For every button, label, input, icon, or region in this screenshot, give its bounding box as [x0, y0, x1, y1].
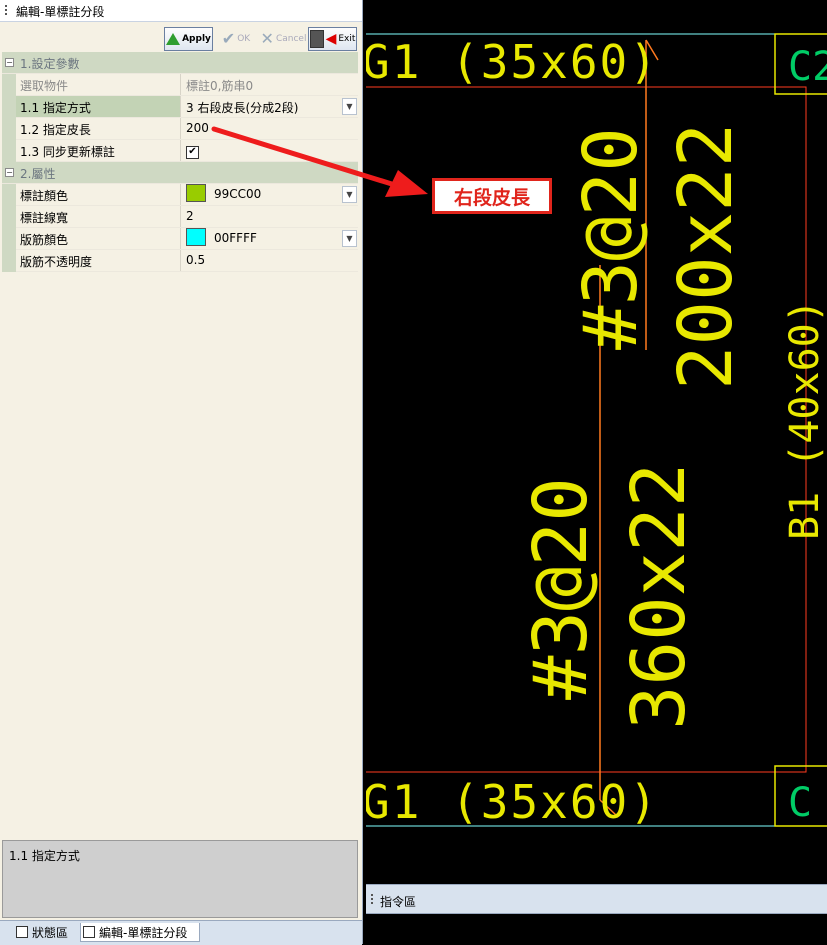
chevron-down-icon[interactable]: ▼ — [342, 98, 357, 115]
panel-toolbar: Apply ✔ OK ✕ Cancel ◀ Exit — [0, 24, 362, 54]
property-row[interactable]: 標註線寬 2 — [2, 206, 358, 228]
grip-icon[interactable] — [5, 5, 7, 17]
command-bar-label: 指令區 — [380, 895, 417, 909]
panel-title-bar: 編輯-單標註分段 — [0, 0, 362, 22]
cancel-label: Cancel — [275, 34, 307, 44]
collapse-icon[interactable]: − — [5, 168, 14, 177]
tab-status[interactable]: 狀態區 — [16, 923, 68, 941]
length-input[interactable]: 200 — [182, 118, 358, 139]
property-panel: 編輯-單標註分段 Apply ✔ OK ✕ Cancel ◀ Exit − 1.… — [0, 0, 363, 945]
grip-icon[interactable] — [371, 894, 373, 906]
exit-arrow-icon: ◀ — [325, 31, 337, 47]
cad-canvas[interactable]: G1 (35x60) G1 (35x60) C2 C B1 (40x60) #3… — [366, 0, 827, 880]
tab-label: 編輯-單標註分段 — [99, 925, 188, 940]
command-bar: 指令區 — [366, 884, 827, 914]
property-value[interactable]: 3 右段皮長(分成2段) ▼ — [182, 96, 358, 117]
cad-drawing[interactable]: G1 (35x60) G1 (35x60) C2 C B1 (40x60) #3… — [366, 0, 827, 880]
column-label-top: C2 — [788, 44, 827, 90]
beam-label-top: G1 (35x60) — [366, 35, 659, 89]
color-value: 99CC00 — [214, 187, 262, 201]
collapse-icon[interactable]: − — [5, 58, 14, 67]
property-grid: − 1.設定參數 選取物件 標註0,筋串0 1.1 指定方式 3 右段皮長(分成… — [2, 52, 358, 272]
column-label-bottom: C — [788, 780, 812, 826]
rebar-annotation-left: #3@20 — [518, 477, 604, 700]
exit-button[interactable]: ◀ Exit — [308, 27, 357, 51]
property-value[interactable]: 99CC00 ▼ — [182, 184, 358, 205]
line-width-input[interactable]: 2 — [182, 206, 358, 227]
description-text: 1.1 指定方式 — [9, 849, 80, 863]
property-name: 1.2 指定皮長 — [16, 118, 181, 139]
bottom-tab-bar: 狀態區 編輯-單標註分段 — [0, 920, 362, 945]
tab-edit[interactable]: 編輯-單標註分段 — [80, 923, 201, 942]
tab-label: 狀態區 — [32, 925, 69, 940]
property-name: 版筋不透明度 — [16, 250, 181, 271]
apply-label: Apply — [182, 34, 211, 44]
property-name: 1.1 指定方式 — [16, 96, 181, 117]
color-swatch — [186, 184, 206, 202]
method-select-value: 3 右段皮長(分成2段) — [186, 101, 299, 115]
sync-checkbox[interactable]: ✔ — [186, 146, 199, 159]
property-name: 版筋顏色 — [16, 228, 181, 249]
rebar-annotation-right-dim: 200x22 — [663, 123, 749, 390]
check-icon: ✔ — [221, 29, 236, 48]
ok-label: OK — [237, 34, 251, 44]
category-label: 1.設定參數 — [20, 57, 80, 71]
panel-title: 編輯-單標註分段 — [16, 5, 105, 19]
chevron-down-icon[interactable]: ▼ — [342, 230, 357, 247]
callout-text: 右段皮長 — [453, 186, 530, 209]
exit-label: Exit — [338, 34, 356, 44]
property-row[interactable]: 版筋不透明度 0.5 — [2, 250, 358, 272]
edit-icon — [83, 926, 95, 938]
cancel-button[interactable]: ✕ Cancel — [260, 27, 307, 51]
apply-button[interactable]: Apply — [164, 27, 213, 51]
color-value: 00FFFF — [214, 231, 257, 245]
opacity-input[interactable]: 0.5 — [182, 250, 358, 271]
side-beam-label: B1 (40x60) — [782, 299, 827, 540]
category-settings[interactable]: − 1.設定參數 — [2, 52, 358, 74]
status-icon — [16, 926, 28, 938]
beam-label-bottom: G1 (35x60) — [366, 775, 659, 829]
chevron-down-icon[interactable]: ▼ — [342, 186, 357, 203]
property-name: 標註線寬 — [16, 206, 181, 227]
rebar-annotation-left-dim: 360x22 — [616, 463, 702, 730]
description-box: 1.1 指定方式 — [2, 840, 358, 918]
color-swatch — [186, 228, 206, 246]
property-row[interactable]: 標註顏色 99CC00 ▼ — [2, 184, 358, 206]
property-name: 1.3 同步更新標註 — [16, 140, 181, 161]
category-label: 2.屬性 — [20, 167, 56, 181]
property-name: 選取物件 — [16, 74, 181, 95]
rebar-annotation-right: #3@20 — [568, 127, 654, 350]
property-value: 標註0,筋串0 — [186, 79, 254, 93]
command-area[interactable] — [366, 914, 827, 944]
property-value: ✔ — [182, 140, 358, 161]
category-attributes[interactable]: − 2.屬性 — [2, 162, 358, 184]
property-row[interactable]: 版筋顏色 00FFFF ▼ — [2, 228, 358, 250]
property-value[interactable]: 00FFFF ▼ — [182, 228, 358, 249]
property-name: 標註顏色 — [16, 184, 181, 205]
apply-icon — [166, 33, 181, 45]
property-row[interactable]: 1.2 指定皮長 200 — [2, 118, 358, 140]
callout-label: 右段皮長 — [432, 178, 552, 214]
cancel-icon: ✕ — [260, 29, 274, 48]
property-row-selected[interactable]: 1.1 指定方式 3 右段皮長(分成2段) ▼ — [2, 96, 358, 118]
ok-button[interactable]: ✔ OK — [214, 27, 258, 51]
property-row[interactable]: 1.3 同步更新標註 ✔ — [2, 140, 358, 162]
exit-door-icon — [309, 30, 324, 48]
property-row[interactable]: 選取物件 標註0,筋串0 — [2, 74, 358, 96]
